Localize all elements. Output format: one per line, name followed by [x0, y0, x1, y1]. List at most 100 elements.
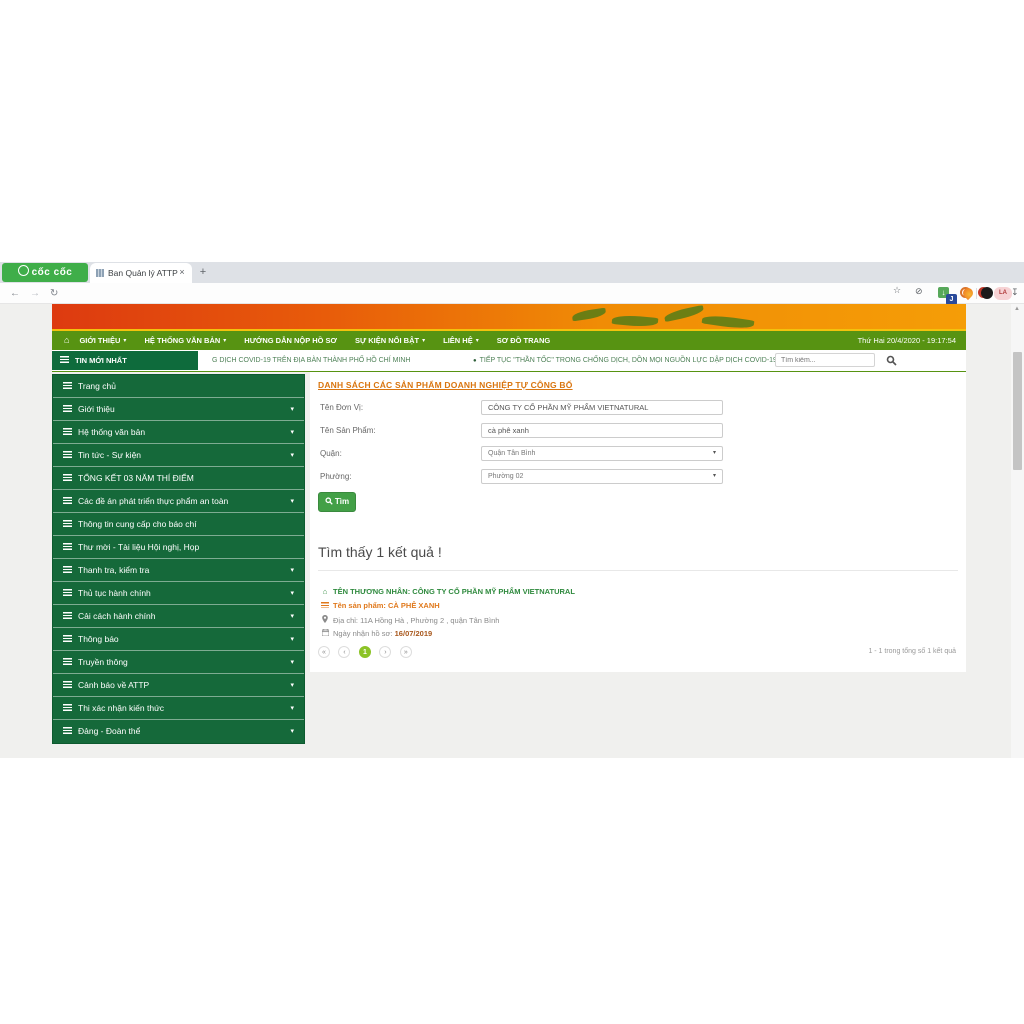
sidebar-menu: Trang chủ Giới thiệu▾ Hệ thống văn bản▾ … — [52, 374, 305, 744]
bookmark-star-icon[interactable]: ☆ — [893, 285, 901, 296]
result-received-date: Ngày nhận hồ sơ: 16/07/2019 — [320, 629, 432, 638]
nav-item-so-do-trang[interactable]: SƠ ĐỒ TRANG — [497, 331, 550, 350]
tab-favicon-icon — [96, 269, 104, 277]
profile-badge[interactable]: LA — [994, 287, 1012, 300]
menu-lines-icon — [63, 681, 72, 688]
menu-lines-icon — [63, 405, 72, 412]
reload-icon[interactable]: ↻ — [50, 284, 58, 304]
sidebar-item-bao-chi[interactable]: Thông tin cung cấp cho báo chí — [53, 513, 304, 536]
search-submit-button[interactable]: Tìm — [318, 492, 356, 512]
divider — [318, 570, 958, 571]
chevron-down-icon: ▾ — [422, 338, 425, 344]
result-trader-name: ⌂TÊN THƯƠNG NHÂN: CÔNG TY CỔ PHẦN MỸ PHẨ… — [320, 587, 575, 596]
chevron-down-icon: ▾ — [290, 444, 294, 467]
nav-item-su-kien-noi-bat[interactable]: SỰ KIỆN NỔI BẬT▾ — [355, 331, 425, 351]
chevron-down-icon: ▾ — [476, 338, 479, 344]
scroll-up-icon[interactable]: ▲ — [1014, 306, 1020, 312]
nav-item-he-thong-van-ban[interactable]: HỆ THỐNG VĂN BẢN▾ — [144, 331, 226, 351]
nav-item-gioi-thieu[interactable]: GIỚI THIỆU▾ — [79, 331, 126, 351]
result-product-name[interactable]: Tên sản phẩm: CÀ PHÊ XANH — [320, 601, 440, 610]
site-banner — [52, 304, 966, 331]
result-summary: Tìm thấy 1 kết quả ! — [318, 544, 442, 560]
menu-lines-icon — [63, 520, 72, 527]
pagination-last-button[interactable]: » — [400, 646, 412, 658]
sidebar-item-he-thong-van-ban[interactable]: Hệ thống văn bản▾ — [53, 421, 304, 444]
sidebar-item-thu-moi[interactable]: Thư mời - Tài liệu Hội nghị, Họp — [53, 536, 304, 559]
chevron-down-icon: ▾ — [290, 628, 294, 651]
chevron-down-icon: ▾ — [713, 470, 716, 483]
scrollbar-thumb[interactable] — [1013, 352, 1022, 470]
home-icon[interactable]: ⌂ — [64, 331, 69, 350]
sidebar-item-thi-xac-nhan[interactable]: Thi xác nhận kiến thức▾ — [53, 697, 304, 720]
chevron-down-icon: ▾ — [290, 490, 294, 513]
sidebar-item-thanh-tra[interactable]: Thanh tra, kiểm tra▾ — [53, 559, 304, 582]
new-tab-button[interactable]: + — [196, 265, 210, 279]
news-icon — [60, 356, 69, 363]
menu-lines-icon — [63, 543, 72, 550]
banner-leaf-decoration — [702, 313, 755, 330]
product-name-label: Tên Sản Phẩm: — [320, 426, 376, 435]
page-background: ⌂ GIỚI THIỆU▾ HỆ THỐNG VĂN BẢN▾ HƯỚNG DẪN N… — [0, 304, 1024, 758]
chevron-down-icon: ▾ — [290, 421, 294, 444]
tab-close-icon[interactable]: × — [176, 266, 188, 278]
profile-avatar[interactable] — [981, 287, 993, 299]
pagination-next-button[interactable]: › — [379, 646, 391, 658]
menu-lines-icon — [63, 658, 72, 665]
menu-lines-icon — [63, 382, 72, 389]
product-name-input[interactable] — [481, 423, 723, 438]
ticker-item[interactable]: G DỊCH COVID-19 TRÊN ĐỊA BÀN THÀNH PHỐ H… — [212, 350, 411, 371]
nav-item-lien-he[interactable]: LIÊN HỆ▾ — [443, 331, 479, 351]
pagination-page-1-button[interactable]: 1 — [359, 646, 371, 658]
sidebar-item-tin-tuc-su-kien[interactable]: Tin tức - Sự kiện▾ — [53, 444, 304, 467]
pagination-prev-button[interactable]: ‹ — [338, 646, 350, 658]
sidebar-item-dang-doan-the[interactable]: Đảng - Đoàn thể▾ — [53, 720, 304, 743]
banner-leaf-decoration — [612, 314, 659, 328]
sidebar-item-canh-bao[interactable]: Cảnh báo về ATTP▾ — [53, 674, 304, 697]
unit-name-label: Tên Đơn Vị: — [320, 403, 363, 412]
sidebar-item-cai-cach[interactable]: Cải cách hành chính▾ — [53, 605, 304, 628]
sidebar-item-de-an[interactable]: Các đề án phát triển thực phẩm an toàn▾ — [53, 490, 304, 513]
downloads-icon[interactable]: ↧ — [1011, 287, 1019, 298]
banner-leaf-decoration — [664, 305, 705, 322]
screenshot-canvas: =–□× cốc cốc Ban Quản lý ATTP × + ← → ↻ … — [0, 0, 1024, 1024]
district-select[interactable]: Quận Tân Bình▾ — [481, 446, 723, 461]
news-ticker-bar: TIN MỚI NHẤT G DỊCH COVID-19 TRÊN ĐỊA BÀ… — [52, 350, 966, 372]
forward-icon[interactable]: → — [30, 284, 40, 304]
back-icon[interactable]: ← — [10, 284, 20, 304]
sidebar-item-thu-tuc[interactable]: Thủ tục hành chính▾ — [53, 582, 304, 605]
sidebar-item-trang-chu[interactable]: Trang chủ — [53, 375, 304, 398]
shield-block-icon[interactable]: ⊘ — [915, 286, 923, 297]
chevron-down-icon: ▾ — [290, 651, 294, 674]
chevron-down-icon: ▾ — [290, 674, 294, 697]
latest-news-label: TIN MỚI NHẤT — [52, 351, 198, 370]
menu-lines-icon — [63, 704, 72, 711]
chevron-down-icon: ▾ — [290, 605, 294, 628]
unit-name-input[interactable] — [481, 400, 723, 415]
result-count-text: 1 - 1 trong tổng số 1 kết quả — [868, 648, 956, 655]
sidebar-item-gioi-thieu[interactable]: Giới thiệu▾ — [53, 398, 304, 421]
chevron-down-icon: ▾ — [223, 338, 226, 344]
menu-lines-icon — [63, 566, 72, 573]
chevron-down-icon: ▾ — [290, 720, 294, 743]
site-search-input[interactable] — [775, 353, 875, 367]
chevron-down-icon: ▾ — [290, 559, 294, 582]
bullet-icon: ● — [473, 358, 477, 364]
sidebar-item-truyen-thong[interactable]: Truyền thông▾ — [53, 651, 304, 674]
ward-select[interactable]: Phường 02▾ — [481, 469, 723, 484]
sidebar-item-thong-bao[interactable]: Thông báo▾ — [53, 628, 304, 651]
chevron-down-icon: ▾ — [290, 582, 294, 605]
coccoc-logo-icon — [18, 265, 29, 276]
menu-lines-icon — [63, 451, 72, 458]
menu-lines-icon — [63, 497, 72, 504]
page-title: DANH SÁCH CÁC SẢN PHẨM DOANH NGHIỆP TỰ C… — [318, 380, 573, 390]
pagination-first-button[interactable]: « — [318, 646, 330, 658]
result-address: Địa chỉ: 11A Hồng Hà , Phường 2 , quận T… — [320, 615, 499, 625]
main-content: DANH SÁCH CÁC SẢN PHẨM DOANH NGHIỆP TỰ C… — [310, 372, 966, 672]
search-icon[interactable] — [886, 355, 897, 366]
chevron-down-icon: ▾ — [290, 398, 294, 421]
ward-label: Phường: — [320, 472, 352, 481]
sidebar-item-tong-ket[interactable]: TỔNG KẾT 03 NĂM THÍ ĐIỂM — [53, 467, 304, 490]
nav-item-huong-dan-nop-ho-so[interactable]: HƯỚNG DẪN NỘP HỒ SƠ — [244, 331, 337, 350]
coccoc-logo[interactable]: cốc cốc — [2, 263, 88, 282]
ticker-item[interactable]: ●TIẾP TỤC "THẦN TỐC" TRONG CHỐNG DỊCH, D… — [473, 350, 777, 372]
